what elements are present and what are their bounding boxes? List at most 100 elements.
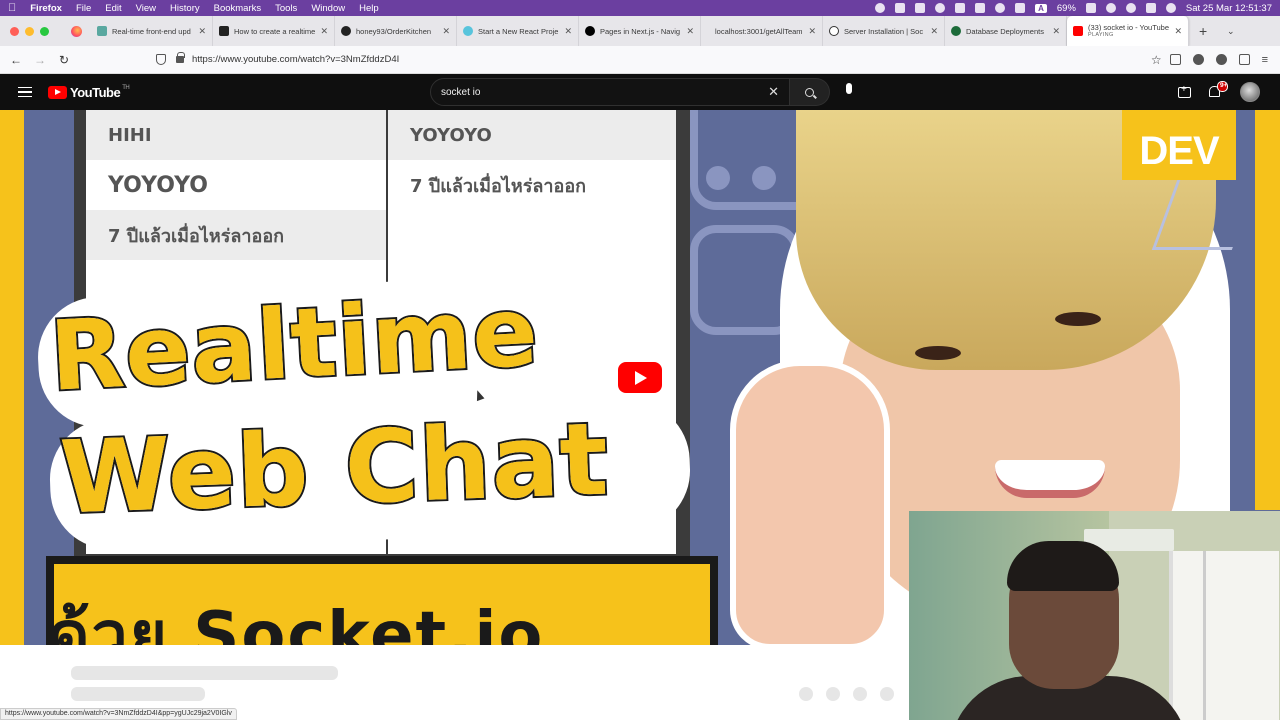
sync-icon[interactable] [875,3,886,13]
chat-message: 7 ปีแล้วเมื่อไหร่ลาออก [410,175,587,197]
clear-search-icon[interactable]: ✕ [768,84,779,100]
tab-close-icon[interactable]: ✕ [930,26,938,37]
apple-menu-icon[interactable]:  [8,2,16,14]
url-bar[interactable]: https://www.youtube.com/watch?v=3NmZfddz… [156,49,1170,71]
menu-file[interactable]: File [76,3,91,14]
tab-close-icon[interactable]: ✕ [808,26,816,37]
close-window-button[interactable] [10,26,19,36]
menu-view[interactable]: View [136,3,156,14]
search-button[interactable] [790,78,830,106]
guide-menu-icon[interactable] [18,86,32,98]
puzzle-icon[interactable] [1238,54,1250,65]
browser-tab[interactable]: Server Installation | Soc ✕ [823,16,945,46]
battery-percent[interactable]: 69% [1057,3,1076,14]
url-text[interactable]: https://www.youtube.com/watch?v=3NmZfddz… [192,54,399,65]
control-center-icon[interactable] [1145,3,1156,13]
presenter-eye [1055,312,1101,326]
display-icon[interactable] [915,3,926,13]
battery-icon[interactable] [1085,3,1096,13]
browser-tab[interactable]: honey93/OrderKitchen ✕ [335,16,457,46]
chat-message: YOYOYO [108,172,208,198]
tab-close-icon[interactable]: ✕ [1052,26,1060,37]
firefox-view-tab[interactable] [61,25,91,37]
extension-icon[interactable] [1215,54,1227,65]
fullscreen-window-button[interactable] [40,26,49,36]
voice-search-mic-icon[interactable] [838,83,860,103]
create-video-icon[interactable] [1178,84,1191,98]
thumbnail-right-strip [1255,110,1280,510]
notification-badge: 9+ [1217,80,1228,92]
browser-tab[interactable]: Pages in Next.js - Navig ✕ [579,16,701,46]
browser-tab[interactable]: Real-time front-end upd ✕ [91,16,213,46]
menu-edit[interactable]: Edit [105,3,121,14]
thumbnail-yellow-border [0,110,24,645]
tab-close-icon[interactable]: ✕ [1174,26,1182,37]
large-play-button-icon[interactable] [618,362,662,393]
tab-close-icon[interactable]: ✕ [442,26,450,37]
account-icon[interactable] [1192,54,1204,65]
toolbar-icons: ≡ [1169,54,1280,66]
youtube-logo[interactable]: YouTube TH [48,85,130,100]
forward-arrow-icon[interactable]: → [28,53,52,67]
app-menu-icon[interactable]: ≡ [1262,54,1268,66]
spotlight-icon[interactable] [1125,3,1136,13]
reload-icon[interactable]: ↻ [52,53,76,67]
browser-tab[interactable]: Database Deployments ✕ [945,16,1067,46]
time-machine-icon[interactable] [1015,3,1026,13]
tab-title: Server Installation | Soc [844,26,924,36]
input-source-icon[interactable]: A [1035,3,1047,13]
menu-window[interactable]: Window [311,3,345,14]
cloud-icon[interactable] [935,3,946,13]
search-input[interactable]: socket io ✕ [430,78,790,106]
menu-history[interactable]: History [170,3,200,14]
tracking-shield-icon[interactable] [156,54,166,65]
tab-close-icon[interactable]: ✕ [686,26,694,37]
back-arrow-icon[interactable]: ← [4,53,28,67]
bookmark-star-icon[interactable]: ☆ [1151,53,1162,67]
tab-list-chevron-down-icon[interactable]: ⌄ [1227,26,1235,37]
lock-icon[interactable] [176,52,185,63]
avatar[interactable] [1240,82,1260,102]
screen-record-icon[interactable] [895,3,906,13]
thumbnail-subtitle: ด้วย Socket.io [48,599,545,645]
chat-dot-decoration [706,166,730,190]
webcam-person-hair [1007,541,1119,591]
title-skeleton [71,666,338,680]
youtube-header-actions: 9+ [1178,80,1260,102]
wifi-icon[interactable] [1105,3,1116,13]
menu-clock[interactable]: Sat 25 Mar 12:51:37 [1186,3,1272,14]
menu-bar-tray: A 69% Sat 25 Mar 12:51:37 [875,3,1272,14]
new-tab-button[interactable]: + [1199,23,1215,39]
nextjs-icon [585,26,595,36]
chat-dot-decoration [752,166,776,190]
youtube-header: YouTube TH socket io ✕ 9+ [0,74,1280,110]
link-status-bar: https://www.youtube.com/watch?v=3NmZfddz… [0,708,237,720]
presenter-smile [995,460,1105,498]
country-code: TH [122,85,130,91]
minimize-window-button[interactable] [25,26,34,36]
tab-title: Start a New React Proje [478,26,559,36]
tab-close-icon[interactable]: ✕ [320,26,328,37]
chat-message: YOYOYO [388,110,676,160]
pocket-icon[interactable] [1169,54,1181,65]
tab-title: localhost:3001/getAllTeam [715,26,803,36]
play-icon[interactable] [995,3,1006,13]
printer-icon[interactable] [955,3,966,13]
menu-bookmarks[interactable]: Bookmarks [214,3,262,14]
volume-icon[interactable] [975,3,986,13]
dev-logo-badge: DEV [1122,110,1236,180]
youtube-favicon-icon [1073,26,1083,36]
browser-tab-active[interactable]: (33) socket io - YouTube PLAYING ✕ [1067,16,1189,46]
browser-tab[interactable]: How to create a realtime ✕ [213,16,335,46]
menu-app-name[interactable]: Firefox [30,3,62,14]
tab-close-icon[interactable]: ✕ [564,26,572,37]
browser-tab[interactable]: localhost:3001/getAllTeam ✕ [701,16,823,46]
tab-close-icon[interactable]: ✕ [198,26,206,37]
webcam-overlay [909,511,1280,720]
menu-help[interactable]: Help [359,3,379,14]
siri-icon[interactable] [1165,3,1176,13]
browser-tab[interactable]: Start a New React Proje ✕ [457,16,579,46]
notifications-bell-icon[interactable]: 9+ [1209,80,1228,99]
menu-tools[interactable]: Tools [275,3,297,14]
tab-favicon-icon [219,26,229,36]
